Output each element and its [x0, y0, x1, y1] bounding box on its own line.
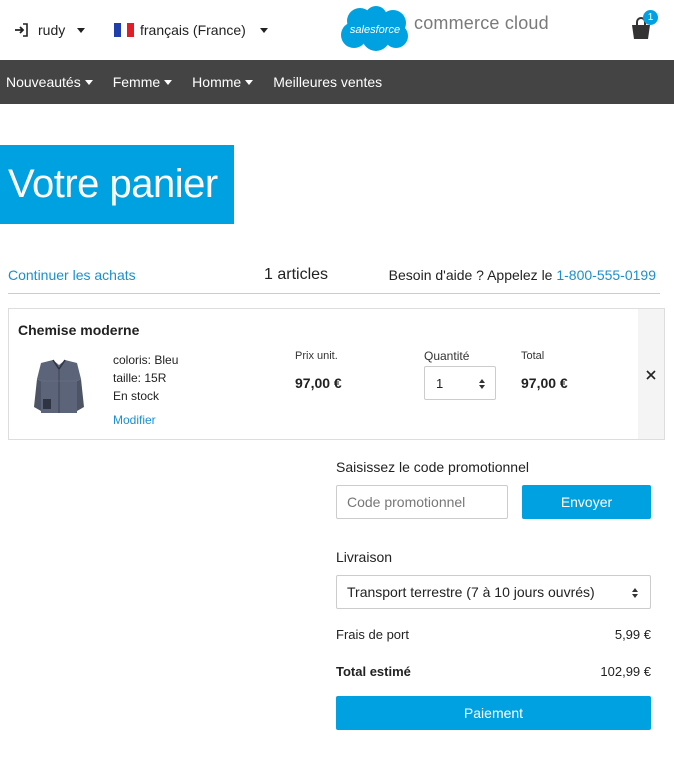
estimated-total-label: Total estimé	[336, 664, 411, 679]
site-header: rudy français (France) salesforce commer…	[0, 0, 674, 60]
nav-item-homme[interactable]: Homme	[192, 74, 267, 90]
quantity-value: 1	[436, 375, 444, 391]
unit-price: 97,00 €	[295, 375, 342, 391]
user-name: rudy	[38, 22, 66, 38]
quantity-label: Quantité	[424, 349, 470, 363]
product-image[interactable]	[33, 359, 85, 419]
close-icon[interactable]	[644, 368, 658, 382]
user-menu[interactable]: rudy	[14, 22, 86, 38]
salesforce-cloud-icon: salesforce	[341, 6, 408, 51]
quantity-select[interactable]: 1	[424, 366, 496, 400]
unit-price-label: Prix unit.	[295, 350, 338, 362]
product-attributes: coloris: Bleu taille: 15R En stock	[113, 351, 178, 405]
nav-item-label: Meilleures ventes	[273, 74, 383, 90]
nav-item-label: Nouveautés	[6, 74, 81, 90]
help-text: Besoin d'aide ? Appelez le 1-800-555-019…	[389, 267, 656, 283]
page-title: Votre panier	[8, 162, 218, 206]
help-label: Besoin d'aide ? Appelez le	[388, 267, 553, 283]
chevron-down-icon	[259, 27, 268, 33]
shipping-method-value: Transport terrestre (7 à 10 jours ouvrés…	[347, 584, 595, 600]
shipping-label: Livraison	[336, 549, 393, 565]
item-count: 1 articles	[264, 266, 329, 283]
nav-item-label: Homme	[192, 74, 242, 90]
site-logo[interactable]: salesforce commerce cloud	[338, 4, 549, 54]
select-arrows-icon	[479, 379, 485, 389]
sign-in-icon	[15, 23, 28, 37]
nav-item-label: Femme	[112, 74, 161, 90]
send-promo-button[interactable]: Envoyer	[522, 485, 651, 519]
logo-brand-text: salesforce	[350, 24, 400, 36]
promo-code-input[interactable]	[336, 485, 508, 519]
nav-item-nouveautes[interactable]: Nouveautés	[6, 74, 107, 90]
shipping-cost-label: Frais de port	[336, 627, 409, 642]
chevron-down-icon	[245, 79, 254, 85]
stock-status: En stock	[113, 389, 160, 403]
logo-product-text: commerce cloud	[414, 12, 549, 33]
help-phone-link[interactable]: 1-800-555-0199	[556, 267, 656, 283]
item-total: 97,00 €	[521, 375, 568, 391]
shipping-cost: 5,99 €	[614, 627, 651, 642]
product-name: Chemise moderne	[18, 322, 140, 338]
select-arrows-icon	[632, 588, 638, 598]
product-color: coloris: Bleu	[113, 353, 179, 367]
page-title-banner: Votre panier	[0, 145, 234, 224]
nav-item-meilleures-ventes[interactable]: Meilleures ventes	[273, 74, 396, 90]
chevron-down-icon	[84, 79, 93, 85]
estimated-total-row: Total estimé 102,99 €	[336, 664, 651, 679]
promo-code-label: Saisissez le code promotionnel	[336, 459, 529, 475]
nav-item-femme[interactable]: Femme	[113, 74, 186, 90]
france-flag-icon	[114, 23, 135, 37]
language-label: français (France)	[140, 22, 246, 38]
shipping-cost-row: Frais de port 5,99 €	[336, 627, 651, 642]
modify-link[interactable]: Modifier	[113, 413, 156, 427]
chevron-down-icon	[77, 27, 86, 33]
continue-shopping-link[interactable]: Continuer les achats	[8, 267, 136, 283]
checkout-button[interactable]: Paiement	[336, 696, 651, 730]
main-navigation: Nouveautés Femme Homme Meilleures ventes	[0, 60, 674, 104]
shipping-method-select[interactable]: Transport terrestre (7 à 10 jours ouvrés…	[336, 575, 651, 609]
estimated-total: 102,99 €	[600, 664, 651, 679]
product-size: taille: 15R	[113, 371, 167, 385]
divider	[8, 293, 660, 294]
remove-column	[638, 309, 664, 439]
total-label: Total	[521, 350, 545, 362]
language-selector[interactable]: français (France)	[114, 22, 268, 38]
cart-item-card: Chemise moderne coloris: Bleu taille: 15…	[8, 308, 665, 440]
chevron-down-icon	[164, 79, 173, 85]
cart-count-badge: 1	[643, 10, 658, 25]
